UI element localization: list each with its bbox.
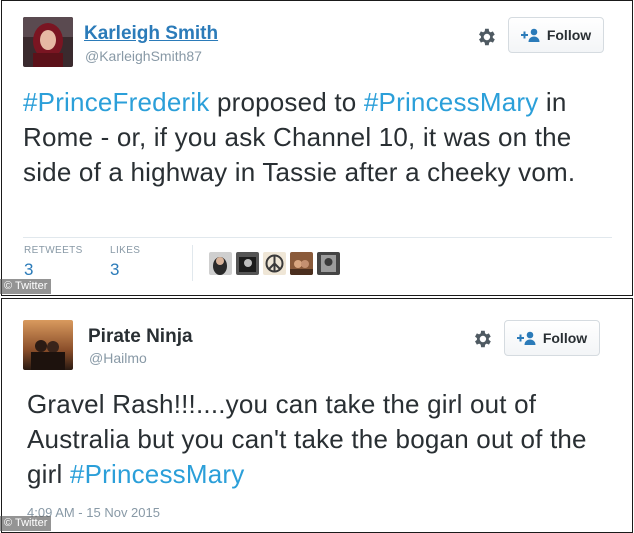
user-handle[interactable]: @KarleighSmith87 xyxy=(85,48,202,65)
likes-count[interactable]: 3 xyxy=(110,260,119,280)
add-user-icon xyxy=(516,331,537,345)
retweets-label: RETWEETS xyxy=(24,245,83,256)
watermark: © Twitter xyxy=(0,516,52,531)
tweet-text-segment: proposed to xyxy=(209,87,364,117)
peace-sign-avatar[interactable] xyxy=(263,252,286,275)
liker-avatar[interactable] xyxy=(236,252,259,275)
hashtag-link[interactable]: #PrincessMary xyxy=(70,459,245,489)
hashtag-link[interactable]: #PrincessMary xyxy=(364,87,539,117)
display-name[interactable]: Pirate Ninja xyxy=(88,326,193,348)
tweet-text: #PrinceFrederik proposed to #PrincessMar… xyxy=(23,85,618,190)
avatar[interactable] xyxy=(23,17,73,67)
follow-button[interactable]: Follow xyxy=(508,17,604,53)
gear-icon[interactable] xyxy=(471,328,493,350)
retweets-count[interactable]: 3 xyxy=(24,260,33,280)
liker-avatar[interactable] xyxy=(209,252,232,275)
add-user-icon xyxy=(520,28,541,42)
watermark: © Twitter xyxy=(0,279,52,294)
follow-label: Follow xyxy=(546,27,592,43)
stat-separator xyxy=(192,245,193,281)
follow-label: Follow xyxy=(542,330,588,346)
avatar[interactable] xyxy=(23,320,73,370)
liker-avatar[interactable] xyxy=(290,252,313,275)
tweet-text: Gravel Rash!!!....you can take the girl … xyxy=(27,387,618,492)
tweet-card: Karleigh Smith @KarleighSmith87 Follow #… xyxy=(1,0,633,296)
liker-avatar[interactable] xyxy=(317,252,340,275)
divider xyxy=(23,237,612,238)
tweet-card: Pirate Ninja @Hailmo Follow Gravel Rash!… xyxy=(1,298,633,533)
hashtag-link[interactable]: #PrinceFrederik xyxy=(23,87,210,117)
display-name[interactable]: Karleigh Smith xyxy=(84,23,218,45)
gear-icon[interactable] xyxy=(475,26,497,48)
user-handle[interactable]: @Hailmo xyxy=(89,350,147,367)
likes-label: LIKES xyxy=(110,245,141,256)
liker-avatars xyxy=(209,252,340,275)
follow-button[interactable]: Follow xyxy=(504,320,600,356)
